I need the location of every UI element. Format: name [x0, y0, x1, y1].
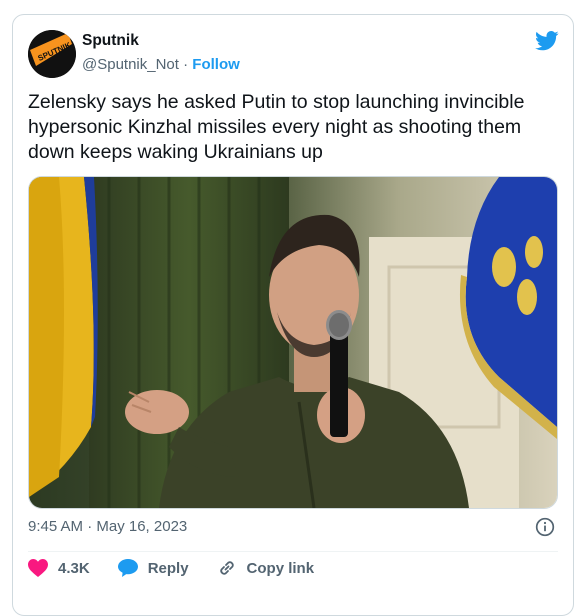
separator-dot: · — [183, 56, 189, 73]
reply-bubble-icon — [117, 559, 138, 577]
reply-label: Reply — [147, 559, 189, 577]
reply-button[interactable]: Reply — [117, 559, 189, 577]
like-count: 4.3K — [58, 559, 90, 577]
account-handle[interactable]: @Sputnik_Not — [82, 56, 179, 73]
copy-link-button[interactable]: Copy link — [217, 558, 315, 578]
link-icon — [219, 561, 234, 575]
twitter-bird-icon[interactable] — [535, 31, 559, 51]
tweet-photo[interactable] — [28, 176, 558, 509]
heart-icon — [28, 559, 48, 577]
follow-button[interactable]: Follow — [192, 56, 240, 73]
tweet-timestamp[interactable]: 9:45 AM · May 16, 2023 — [28, 518, 187, 535]
sputnik-logo-icon: SPUTNIK NOT — [28, 30, 76, 78]
info-icon[interactable] — [535, 517, 555, 537]
avatar[interactable]: SPUTNIK NOT — [28, 30, 76, 78]
action-bar: 4.3K Reply Copy link — [28, 558, 342, 578]
handle-row: @Sputnik_Not · Follow — [82, 56, 240, 73]
divider — [28, 551, 558, 552]
copy-link-label: Copy link — [246, 559, 315, 577]
photo-zelensky-icon — [29, 177, 557, 508]
tweet-card: SPUTNIK NOT Sputnik @Sputnik_Not · Follo… — [12, 14, 574, 616]
account-name[interactable]: Sputnik — [82, 32, 139, 50]
tweet-text: Zelensky says he asked Putin to stop lau… — [28, 91, 525, 163]
like-button[interactable]: 4.3K — [28, 559, 90, 577]
